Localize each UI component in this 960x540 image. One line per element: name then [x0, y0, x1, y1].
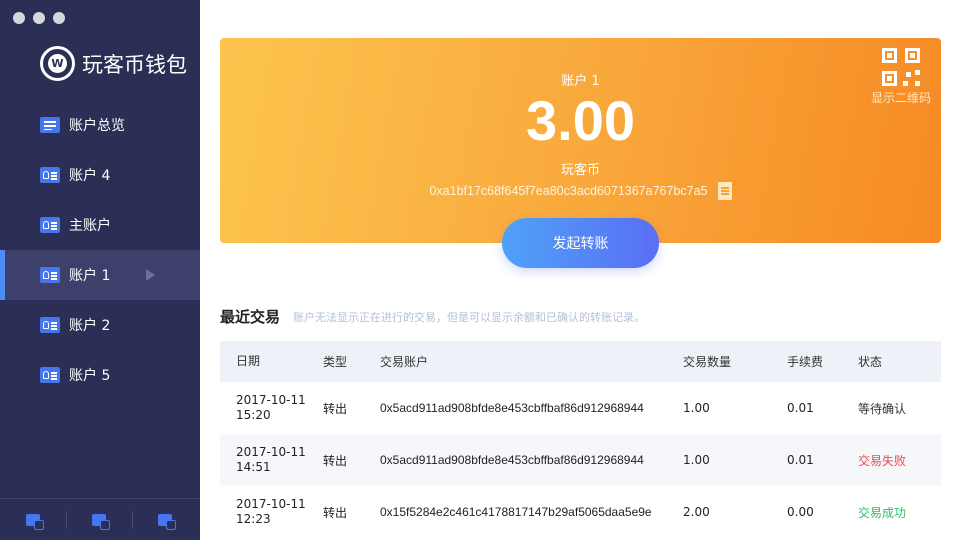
show-qr-button[interactable]: 显示二维码 — [871, 48, 931, 106]
logo-mark-icon: W — [40, 46, 75, 81]
column-header: 类型 — [323, 355, 348, 369]
import-account-button[interactable] — [66, 499, 132, 540]
tx-status: 交易成功 — [858, 505, 907, 520]
id-card-icon — [40, 367, 60, 383]
tx-date: 2017-10-11 12:23 — [236, 497, 306, 526]
table-row[interactable]: 2017-10-11 12:23 转出 0x15f5284e2c461c4178… — [220, 486, 941, 538]
transactions-table: 日期 类型 交易账户 交易数量 手续费 状态 2017-10-11 15:20 … — [220, 341, 941, 538]
minimize-window-button[interactable] — [33, 12, 45, 24]
column-header: 日期 — [236, 354, 261, 368]
account-settings-button[interactable] — [132, 499, 198, 540]
tx-account: 0x15f5284e2c461c4178817147b29af5065daa5e… — [380, 505, 652, 519]
sidebar-item-account-2[interactable]: 账户 2 — [0, 300, 200, 350]
sidebar-footer — [0, 498, 200, 540]
import-account-icon — [92, 513, 110, 530]
send-transfer-button[interactable]: 发起转账 — [502, 218, 659, 268]
sidebar-item-label: 账户 5 — [69, 368, 111, 384]
table-header: 日期 类型 交易账户 交易数量 手续费 状态 — [220, 341, 941, 382]
account-name: 账户 1 — [561, 74, 600, 89]
settings-account-icon — [158, 513, 176, 530]
caret-right-icon — [146, 269, 155, 281]
sidebar-item-main-account[interactable]: 主账户 — [0, 200, 200, 250]
sidebar: W 玩客币钱包 账户总览 账户 4 主账户 账户 1 账户 2 账户 5 — [0, 0, 200, 540]
qr-label: 显示二维码 — [871, 91, 932, 105]
recent-transactions-title: 最近交易 — [220, 308, 281, 326]
sidebar-item-label: 账户 4 — [69, 168, 111, 184]
close-window-button[interactable] — [13, 12, 25, 24]
table-row[interactable]: 2017-10-11 15:20 转出 0x5acd911ad908bfde8e… — [220, 382, 941, 434]
id-card-icon — [40, 317, 60, 333]
sidebar-item-account-4[interactable]: 账户 4 — [0, 150, 200, 200]
sidebar-item-account-1[interactable]: 账户 1 — [0, 250, 200, 300]
tx-fee: 0.01 — [787, 401, 814, 415]
id-card-icon — [40, 167, 60, 183]
id-card-icon — [40, 267, 60, 283]
tx-account: 0x5acd911ad908bfde8e453cbffbaf86d9129689… — [380, 453, 644, 467]
tx-fee: 0.00 — [787, 505, 814, 519]
add-account-button[interactable] — [0, 499, 66, 540]
column-header: 交易数量 — [683, 355, 732, 369]
recent-transactions-hint: 账户无法显示正在进行的交易，但是可以显示余额和已确认的转账记录。 — [293, 311, 645, 324]
address-row: 0xa1bf17c68f645f7ea80c3acd6071367a767bc7… — [220, 182, 941, 200]
tx-status: 交易失败 — [858, 453, 907, 468]
tx-type: 转出 — [323, 453, 348, 468]
account-balance: 3.00 — [526, 89, 635, 152]
tx-account: 0x5acd911ad908bfde8e453cbffbaf86d9129689… — [380, 401, 644, 415]
sidebar-item-label: 账户 2 — [69, 318, 111, 334]
tx-amount: 1.00 — [683, 401, 710, 415]
column-header: 状态 — [858, 355, 883, 369]
tx-status: 等待确认 — [858, 401, 907, 416]
account-card: 账户 1 3.00 玩客币 0xa1bf17c68f645f7ea80c3acd… — [220, 38, 941, 243]
tx-type: 转出 — [323, 505, 348, 520]
sidebar-item-account-5[interactable]: 账户 5 — [0, 350, 200, 400]
sidebar-item-label: 主账户 — [69, 218, 111, 234]
add-account-icon — [26, 513, 44, 530]
tx-fee: 0.01 — [787, 453, 814, 467]
column-header: 交易账户 — [380, 355, 429, 369]
tx-date: 2017-10-11 14:51 — [236, 445, 306, 474]
window-controls — [13, 12, 65, 24]
qr-code-icon — [882, 48, 920, 86]
sidebar-item-label: 账户总览 — [69, 118, 125, 134]
main-content: 账户 1 3.00 玩客币 0xa1bf17c68f645f7ea80c3acd… — [200, 0, 960, 540]
table-row[interactable]: 2017-10-11 14:51 转出 0x5acd911ad908bfde8e… — [220, 434, 941, 486]
tx-type: 转出 — [323, 401, 348, 416]
coin-unit: 玩客币 — [560, 163, 600, 178]
tx-amount: 2.00 — [683, 505, 710, 519]
tx-date: 2017-10-11 15:20 — [236, 393, 306, 422]
tx-amount: 1.00 — [683, 453, 710, 467]
column-header: 手续费 — [787, 355, 824, 369]
maximize-window-button[interactable] — [53, 12, 65, 24]
sidebar-item-overview[interactable]: 账户总览 — [0, 100, 200, 150]
logo-text: 玩客币钱包 — [82, 52, 187, 77]
id-card-icon — [40, 217, 60, 233]
sidebar-nav: 账户总览 账户 4 主账户 账户 1 账户 2 账户 5 — [0, 100, 200, 400]
list-icon — [40, 117, 60, 133]
app-logo: W 玩客币钱包 — [40, 46, 187, 81]
wallet-address[interactable]: 0xa1bf17c68f645f7ea80c3acd6071367a767bc7… — [429, 184, 707, 198]
sidebar-item-label: 账户 1 — [69, 268, 111, 284]
copy-icon[interactable] — [717, 182, 732, 200]
